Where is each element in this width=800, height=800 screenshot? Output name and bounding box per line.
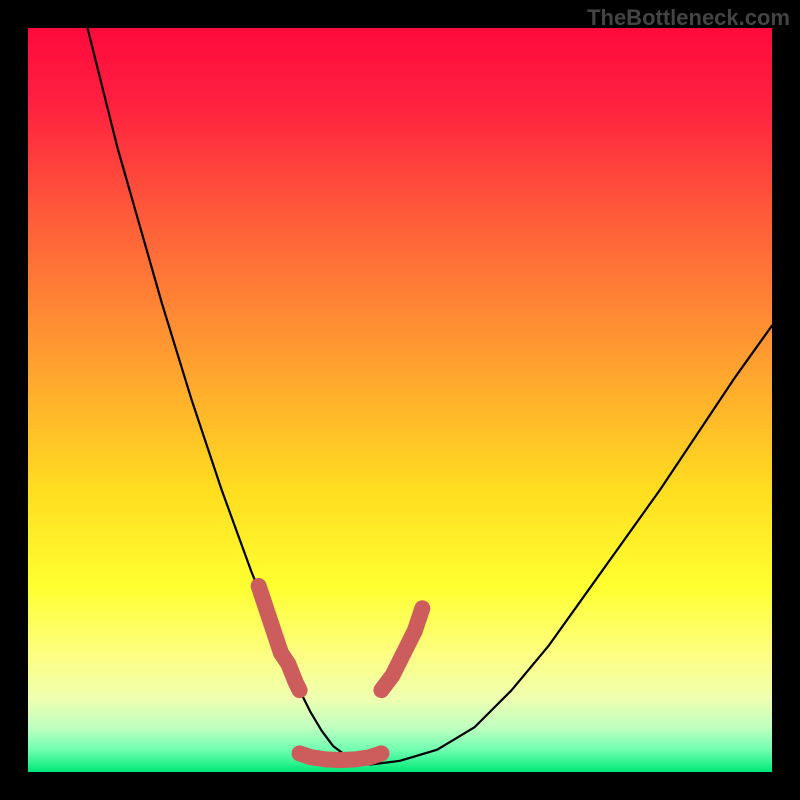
series-highlight-trough (300, 753, 382, 760)
curve-layer (28, 28, 772, 772)
series-highlight-right-ascent (381, 608, 422, 690)
series-bottleneck-curve (88, 28, 772, 765)
plot-area (28, 28, 772, 772)
series-highlight-left-descent (259, 586, 300, 690)
watermark-text: TheBottleneck.com (587, 5, 790, 31)
